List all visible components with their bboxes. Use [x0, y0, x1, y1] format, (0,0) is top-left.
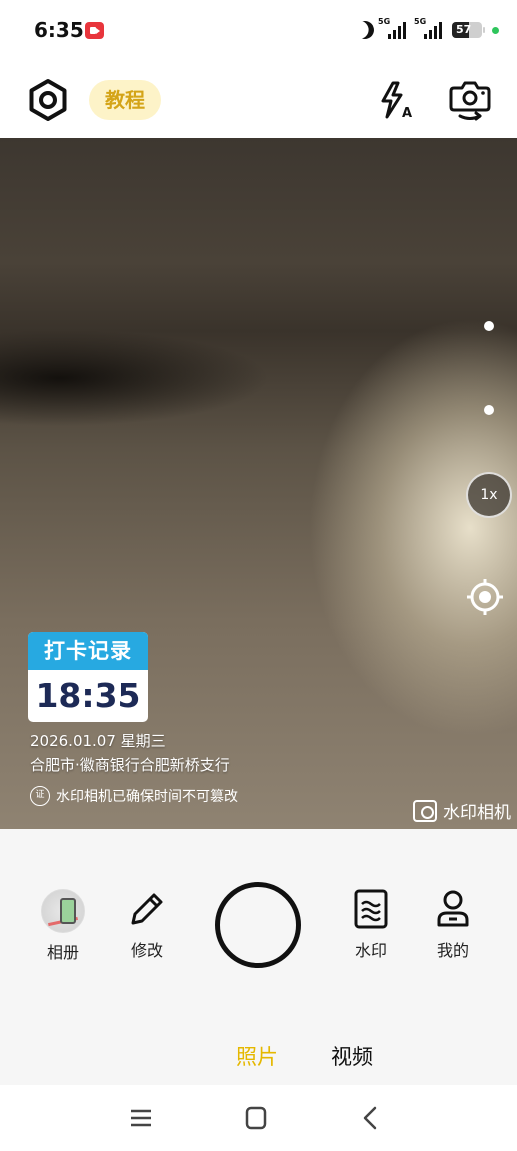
camera-viewfinder[interactable]: 1x 打卡记录 18:35 2026.01.07 星期三 合肥市·徽商银行合肥新… [0, 138, 517, 829]
verify-text: 水印相机已确保时间不可篡改 [56, 789, 238, 805]
edit-label: 修改 [130, 941, 163, 960]
signal-icon: 5G [378, 17, 410, 41]
privacy-indicator [492, 26, 499, 34]
moon-icon [353, 18, 376, 41]
watermark-header: 打卡记录 [28, 632, 148, 670]
settings-icon[interactable] [26, 78, 70, 122]
back-icon[interactable] [356, 1103, 386, 1133]
album-button[interactable]: 相册 [33, 889, 93, 963]
watermark-clock: 18:35 [35, 676, 141, 715]
screen-record-icon [85, 22, 104, 39]
battery-level: 57 [456, 23, 472, 36]
zoom-button[interactable]: 1x [466, 472, 512, 518]
status-bar: 6:35 5G 5G 57 [0, 0, 517, 62]
flash-auto-icon[interactable]: A [376, 80, 416, 121]
brand-logo: 水印相机 [413, 798, 511, 823]
svg-text:A: A [402, 106, 412, 120]
checkin-watermark-card[interactable]: 打卡记录 18:35 [28, 632, 148, 722]
bottom-controls: 相册 修改 水印 我的 照片 视频 [0, 829, 517, 1085]
status-time: 6:35 [34, 18, 84, 42]
camera-screen: 6:35 5G 5G 57 教程 A 1x 打卡记录 18:35 2026.01… [0, 0, 517, 1151]
battery-icon: 57 [452, 22, 485, 38]
target-icon[interactable] [466, 578, 504, 616]
profile-label: 我的 [436, 941, 469, 960]
shutter-button[interactable] [215, 882, 301, 968]
verify-badge-icon: 证 [30, 786, 50, 806]
profile-button[interactable]: 我的 [423, 887, 483, 961]
top-toolbar: 教程 A [0, 62, 517, 138]
mode-tabs: 照片 视频 [0, 1041, 517, 1071]
watermark-verify: 证 水印相机已确保时间不可篡改 [30, 786, 238, 806]
side-menu-dot[interactable] [484, 321, 494, 331]
edit-button[interactable]: 修改 [117, 887, 177, 961]
tutorial-button[interactable]: 教程 [89, 80, 161, 120]
system-nav-bar [0, 1085, 517, 1151]
album-label: 相册 [46, 943, 79, 962]
status-icons: 5G 5G 57 [353, 17, 499, 42]
watermark-date: 2026.01.07 星期三 [30, 732, 166, 750]
tab-photo[interactable]: 照片 [236, 1041, 278, 1071]
watermark-location: 合肥市·徽商银行合肥新桥支行 [30, 756, 230, 774]
camera-logo-icon [413, 799, 437, 822]
brand-name: 水印相机 [443, 803, 511, 823]
watermark-icon [349, 887, 393, 931]
signal-icon: 5G [414, 17, 446, 41]
watermark-button[interactable]: 水印 [341, 887, 401, 961]
camera-flip-icon[interactable] [446, 76, 494, 122]
album-thumbnail [41, 889, 85, 933]
pencil-icon [125, 887, 169, 931]
tab-video[interactable]: 视频 [331, 1041, 373, 1071]
home-icon[interactable] [241, 1103, 271, 1133]
menu-icon[interactable] [126, 1103, 156, 1133]
user-icon [431, 887, 475, 931]
watermark-label: 水印 [354, 941, 387, 960]
side-menu-dot[interactable] [484, 405, 494, 415]
